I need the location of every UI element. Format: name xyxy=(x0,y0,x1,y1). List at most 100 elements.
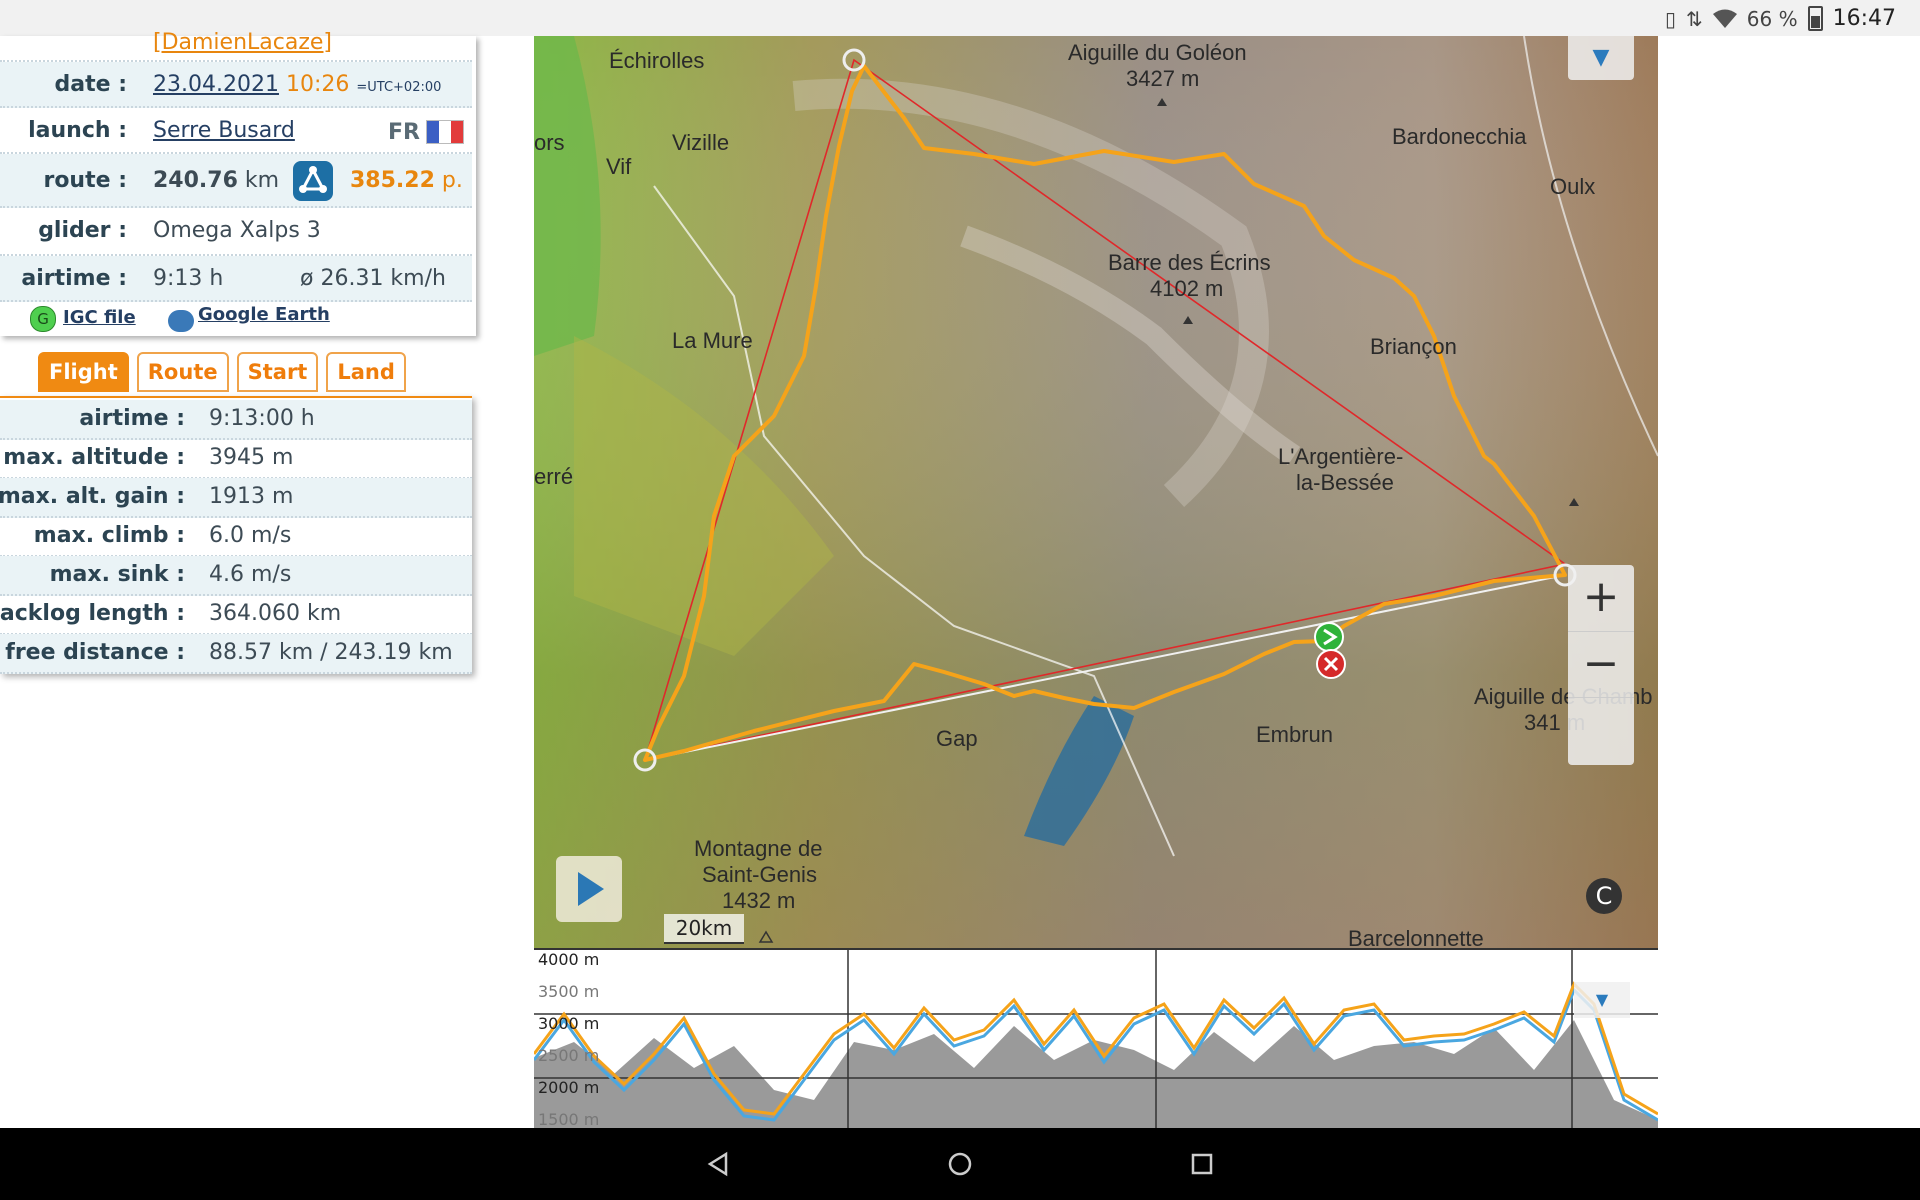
zoom-out-button[interactable]: − xyxy=(1568,631,1634,696)
stat-row: max. climb : 6.0 m/s xyxy=(0,517,472,557)
map-label: Vizille xyxy=(672,130,729,155)
play-button[interactable] xyxy=(556,856,622,922)
stat-row: max. altitude : 3945 m xyxy=(0,439,472,479)
map-label: Barcelonnette xyxy=(1348,926,1484,948)
stat-value: 1913 m xyxy=(209,484,294,509)
stat-value: 9:13:00 h xyxy=(209,406,315,431)
map-label: Briançon xyxy=(1370,334,1457,359)
stat-label: max. altitude : xyxy=(3,445,185,470)
launch-row: launch : Serre Busard FR xyxy=(0,108,472,154)
date-link[interactable]: 23.04.2021 xyxy=(153,72,279,97)
google-earth-link[interactable]: Google Earth xyxy=(198,304,330,325)
tab-route[interactable]: Route xyxy=(136,352,229,392)
map-canvas: Échirolles Aiguille du Goléon 3427 m Bar… xyxy=(534,36,1658,948)
y-axis-label: 2500 m xyxy=(538,1046,600,1065)
google-earth-icon xyxy=(168,310,194,332)
route-distance: 240.76 xyxy=(153,168,238,193)
stat-row: max. sink : 4.6 m/s xyxy=(0,556,472,596)
altitude-profile[interactable]: 4000 m 3500 m 3000 m 2500 m 2000 m 1500 … xyxy=(534,948,1658,1130)
back-icon[interactable] xyxy=(704,1150,732,1178)
route-value: 240.76 km xyxy=(153,168,279,193)
flight-info-card: [DamienLacaze] date : 23.04.2021 10:26 =… xyxy=(0,30,476,336)
map-label: Échirolles xyxy=(609,48,704,73)
tab-flight[interactable]: Flight xyxy=(38,352,129,392)
route-label: route : xyxy=(43,168,127,193)
battery-icon xyxy=(1807,6,1823,31)
stat-value: 3945 m xyxy=(209,445,294,470)
chevron-down-icon: ▼ xyxy=(1592,45,1610,70)
igc-file-link[interactable]: IGC file xyxy=(63,307,136,328)
chevron-down-icon: ▼ xyxy=(1595,990,1609,1009)
glider-label: glider : xyxy=(38,218,127,243)
play-icon xyxy=(578,872,604,906)
y-axis-label: 3000 m xyxy=(538,1014,600,1033)
map-label: erré xyxy=(534,464,573,489)
flight-stats-panel: airtime : 9:13:00 h max. altitude : 3945… xyxy=(0,396,472,674)
map-label: 3427 m xyxy=(1126,66,1199,91)
stat-label: free distance : xyxy=(5,640,185,665)
tab-land[interactable]: Land xyxy=(326,352,406,392)
status-icons: ▯ ⇅ 66 % 16:47 xyxy=(1665,6,1896,31)
stat-value: 88.57 km / 243.19 km xyxy=(209,640,453,665)
zoom-in-button[interactable]: + xyxy=(1568,565,1634,629)
country-code: FR xyxy=(388,120,420,145)
route-row: route : 240.76 km 385.22 p. xyxy=(0,154,472,208)
altitude-chart xyxy=(534,950,1658,1130)
detail-tabs: Flight Route Start Land xyxy=(38,352,406,392)
route-points: 385.22 p. xyxy=(350,168,463,193)
recents-icon[interactable] xyxy=(1188,1150,1216,1178)
reload-icon[interactable]: C xyxy=(1586,878,1622,914)
stat-label: max. climb : xyxy=(33,523,185,548)
launch-marker-icon[interactable] xyxy=(1314,622,1344,652)
flight-map[interactable]: Échirolles Aiguille du Goléon 3427 m Bar… xyxy=(534,36,1658,948)
stat-value: 6.0 m/s xyxy=(209,523,292,548)
home-icon[interactable] xyxy=(946,1150,974,1178)
y-axis-label: 3500 m xyxy=(538,982,600,1001)
pilot-row: [DamienLacaze] xyxy=(0,30,472,62)
points-unit: p. xyxy=(441,168,463,193)
airtime-row: airtime : 9:13 h ø 26.31 km/h xyxy=(0,256,472,302)
airtime-label: airtime : xyxy=(21,266,127,291)
collapse-map-button[interactable]: ▼ xyxy=(1568,36,1634,80)
tab-start[interactable]: Start xyxy=(236,352,319,392)
y-axis-label: 2000 m xyxy=(538,1078,600,1097)
average-speed: ø 26.31 km/h xyxy=(300,266,446,291)
map-label: Gap xyxy=(936,726,978,751)
map-label: Montagne de xyxy=(694,836,822,861)
stat-value: 364.060 km xyxy=(209,601,342,626)
map-label: ors xyxy=(534,130,565,155)
airtime-value: 9:13 h xyxy=(153,266,224,291)
stat-label: max. alt. gain : xyxy=(0,484,185,509)
map-label: La Mure xyxy=(672,328,753,353)
timezone-value: =UTC+02:00 xyxy=(356,80,442,95)
profile-toggle-button[interactable]: ▼ xyxy=(1574,982,1630,1018)
map-label: Embrun xyxy=(1256,722,1333,747)
stat-row: tracklog length : 364.060 km xyxy=(0,595,472,635)
stat-value: 4.6 m/s xyxy=(209,562,292,587)
time-value: 10:26 xyxy=(285,72,350,97)
igc-icon: G xyxy=(30,306,56,332)
map-label: 1432 m xyxy=(722,888,795,913)
wifi-icon xyxy=(1712,9,1737,28)
battery-percent: 66 % xyxy=(1746,6,1798,31)
triangle-route-icon xyxy=(293,161,333,201)
date-row: date : 23.04.2021 10:26 =UTC+02:00 xyxy=(0,62,472,108)
glider-row: glider : Omega Xalps 3 xyxy=(0,208,472,256)
map-label: Barre des Écrins xyxy=(1108,250,1271,275)
stat-label: max. sink : xyxy=(49,562,185,587)
map-scale: 20km xyxy=(664,914,744,944)
map-label: Oulx xyxy=(1550,174,1595,199)
zoom-control: + − xyxy=(1568,565,1634,765)
zoom-level-indicator xyxy=(1568,697,1634,764)
launch-label: launch : xyxy=(28,118,127,143)
terrain-profile xyxy=(534,1020,1658,1130)
points-value: 385.22 xyxy=(350,168,435,193)
stat-label: airtime : xyxy=(79,406,185,431)
route-unit: km xyxy=(244,168,280,193)
date-value: 23.04.2021 10:26 =UTC+02:00 xyxy=(153,72,441,97)
map-label: Saint-Genis xyxy=(702,862,817,887)
launch-link[interactable]: Serre Busard xyxy=(153,118,295,143)
data-arrows-icon: ⇅ xyxy=(1686,6,1703,31)
stat-row: airtime : 9:13:00 h xyxy=(0,400,472,440)
pilot-link[interactable]: [DamienLacaze] xyxy=(153,30,332,55)
